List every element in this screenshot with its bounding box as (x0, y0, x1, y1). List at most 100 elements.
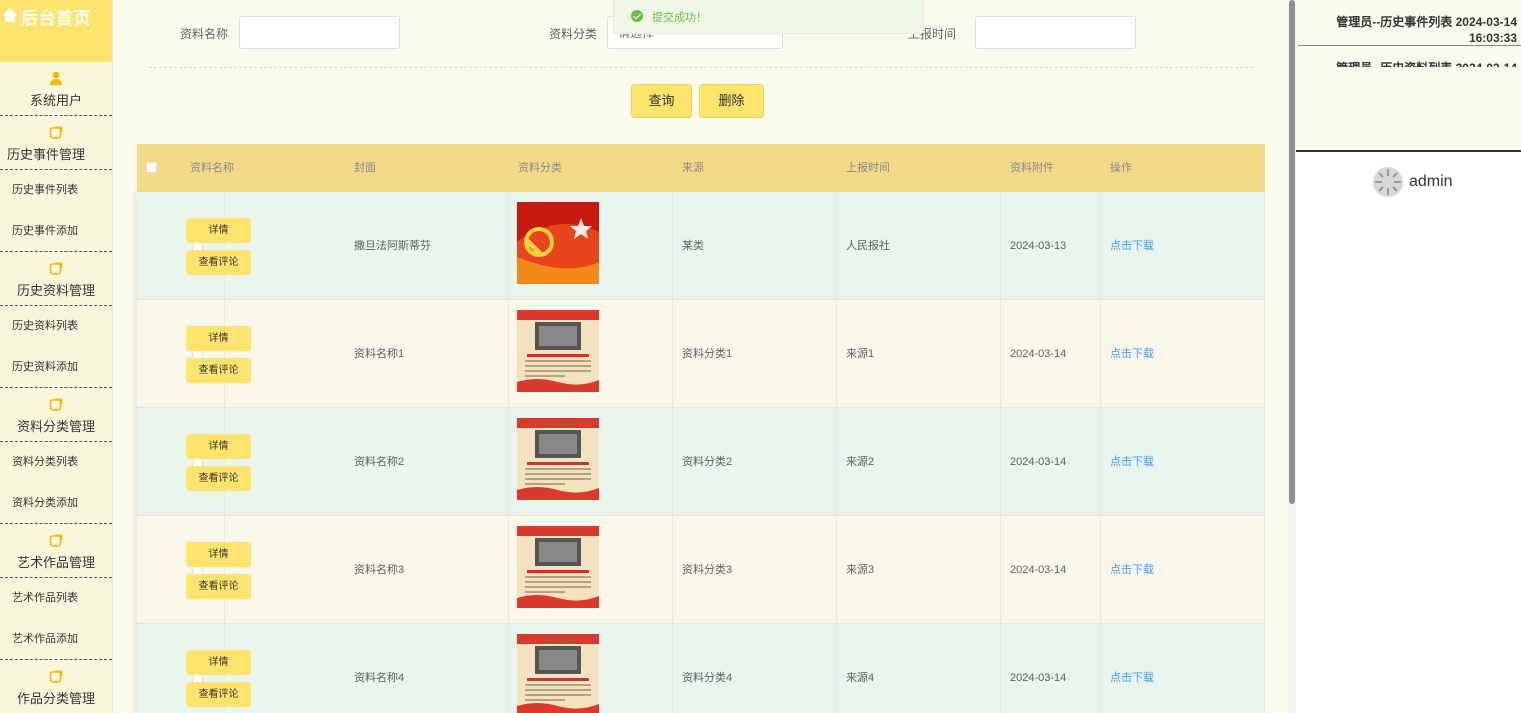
cell-category: 资料分类2 (673, 408, 837, 516)
select-cell (181, 516, 225, 624)
tab-history-event-list[interactable]: 管理员--历史事件列表 2024-03-14 16:03:33 (1299, 14, 1521, 46)
cell-actions: 详情 查看评论 (137, 624, 251, 713)
download-link[interactable]: 点击下载 (1101, 408, 1265, 516)
sidebar-home[interactable]: 后台首页 (0, 0, 112, 62)
header-name: 资料名称 (181, 144, 345, 192)
header-cover: 封面 (345, 144, 509, 192)
username: admin (1409, 173, 1453, 190)
sidebar-group-label: 历史资料管理 (16, 283, 95, 298)
name-input[interactable] (239, 16, 400, 49)
download-link[interactable]: 点击下载 (1101, 192, 1265, 300)
table-row: 撒旦法阿斯蒂芬 某类 人民报社 2024-03-13 点击下载 详情查看评论 (137, 192, 1265, 300)
cover-image[interactable] (517, 202, 599, 284)
edit-icon (49, 126, 63, 139)
cell-category: 资料分类3 (673, 516, 837, 624)
cover-image[interactable] (517, 634, 599, 713)
cell-actions: 详情 查看评论 (137, 516, 251, 624)
loading-avatar-icon (1373, 167, 1403, 197)
view-comments-button[interactable]: 查看评论 (186, 358, 251, 383)
cell-actions: 详情 查看评论 (137, 408, 251, 516)
scrollbar-thumb[interactable] (1289, 0, 1295, 504)
sidebar: 后台首页 系统用户 历史事件管理 历史事件列表 历史事件添加 历史资料管理 历史… (0, 0, 113, 713)
tab-history-panel: 管理员--历史事件列表 2024-03-14 16:03:33 管理员--历史资… (1296, 0, 1521, 152)
detail-button[interactable]: 详情 (186, 218, 251, 243)
check-circle-icon (631, 10, 643, 22)
cover-image[interactable] (517, 310, 599, 392)
time-input[interactable] (975, 16, 1136, 49)
header-time: 上报时间 (837, 144, 1001, 192)
view-comments-button[interactable]: 查看评论 (186, 574, 251, 599)
sidebar-item-artwork-list[interactable]: 艺术作品列表 (0, 578, 112, 619)
sidebar-item-material-category-list[interactable]: 资料分类列表 (0, 442, 112, 483)
cell-time: 2024-03-14 (1001, 300, 1101, 408)
sidebar-group-label: 艺术作品管理 (16, 555, 95, 570)
sidebar-group-material-categories[interactable]: 资料分类管理 (0, 388, 112, 442)
tab-overlay (1298, 67, 1521, 147)
cell-source: 来源4 (837, 624, 1001, 713)
cell-cover (509, 624, 673, 713)
view-comments-button[interactable]: 查看评论 (186, 466, 251, 491)
sidebar-item-history-event-list[interactable]: 历史事件列表 (0, 170, 112, 211)
cell-time: 2024-03-14 (1001, 408, 1101, 516)
materials-table: 资料名称 封面 资料分类 来源 上报时间 资料附件 操作 撒旦法阿斯蒂芬 某类 人民… (137, 144, 1265, 713)
divider (149, 67, 1253, 68)
cell-cover (509, 516, 673, 624)
cell-cover (509, 192, 673, 300)
view-comments-button[interactable]: 查看评论 (186, 250, 251, 275)
detail-button[interactable]: 详情 (186, 650, 251, 675)
sidebar-home-label: 后台首页 (21, 9, 91, 28)
sidebar-item-history-material-add[interactable]: 历史资料添加 (0, 347, 112, 388)
table-row: 资料名称1 资料分类1 来源1 2024-03-14 点击下载 详情 查看评论 (137, 300, 1265, 408)
cell-source: 来源3 (837, 516, 1001, 624)
main-scrollbar[interactable] (1288, 0, 1296, 713)
header-category: 资料分类 (509, 144, 673, 192)
cell-category: 资料分类4 (673, 624, 837, 713)
sidebar-group-label: 历史事件管理 (7, 147, 86, 162)
cell-source: 来源2 (837, 408, 1001, 516)
detail-button[interactable]: 详情 (186, 542, 251, 567)
edit-icon (49, 670, 63, 683)
table-row: 资料名称3 资料分类3 来源3 2024-03-14 点击下载 详情 查看评论 (137, 516, 1265, 624)
sidebar-item-system-users[interactable]: 系统用户 (0, 62, 112, 116)
header-source: 来源 (673, 144, 837, 192)
table-row: 资料名称4 资料分类4 来源4 2024-03-14 点击下载 详情 查看评论 (137, 624, 1265, 713)
cell-time: 2024-03-13 (1001, 192, 1101, 300)
table-header: 资料名称 封面 资料分类 来源 上报时间 资料附件 操作 (137, 144, 1265, 192)
sidebar-group-history-events[interactable]: 历史事件管理 (0, 116, 112, 170)
detail-button[interactable]: 详情 (186, 434, 251, 459)
main-content: 资料名称 资料分类 上报时间 提交成功！ 查询 删除 资料名称 封面 资料分类 … (113, 0, 1288, 713)
cell-name: 资料名称1 (345, 300, 509, 408)
table-row: 资料名称2 资料分类2 来源2 2024-03-14 点击下载 详情 查看评论 (137, 408, 1265, 516)
sidebar-group-label: 资料分类管理 (16, 419, 95, 434)
cell-time: 2024-03-14 (1001, 624, 1101, 713)
download-link[interactable]: 点击下载 (1101, 300, 1265, 408)
select-all-checkbox[interactable] (146, 162, 157, 173)
tab-separator (1298, 45, 1521, 46)
sidebar-item-material-category-add[interactable]: 资料分类添加 (0, 483, 112, 524)
cell-category: 某类 (673, 192, 837, 300)
sidebar-group-history-materials[interactable]: 历史资料管理 (0, 252, 112, 306)
select-cell (181, 300, 225, 408)
download-link[interactable]: 点击下载 (1101, 624, 1265, 713)
cover-image[interactable] (517, 526, 599, 608)
edit-icon (49, 262, 63, 275)
download-link[interactable]: 点击下载 (1101, 516, 1265, 624)
detail-button[interactable]: 详情 (186, 326, 251, 351)
category-label: 资料分类 (549, 27, 598, 41)
view-comments-button[interactable]: 查看评论 (186, 682, 251, 707)
edit-icon (49, 398, 63, 411)
user-info[interactable]: admin (1372, 165, 1453, 199)
toast-message: 提交成功！ (652, 12, 707, 24)
sidebar-item-history-material-list[interactable]: 历史资料列表 (0, 306, 112, 347)
cell-name: 撒旦法阿斯蒂芬 (345, 192, 509, 300)
delete-button[interactable]: 删除 (699, 84, 764, 118)
sidebar-group-label: 作品分类管理 (16, 691, 95, 706)
sidebar-group-artwork-categories[interactable]: 作品分类管理 (0, 660, 112, 713)
sidebar-item-artwork-add[interactable]: 艺术作品添加 (0, 619, 112, 660)
cover-image[interactable] (517, 418, 599, 500)
sidebar-item-history-event-add[interactable]: 历史事件添加 (0, 211, 112, 252)
cell-cover (509, 408, 673, 516)
query-button[interactable]: 查询 (631, 84, 692, 118)
cell-source: 人民报社 (837, 192, 1001, 300)
sidebar-group-artworks[interactable]: 艺术作品管理 (0, 524, 112, 578)
